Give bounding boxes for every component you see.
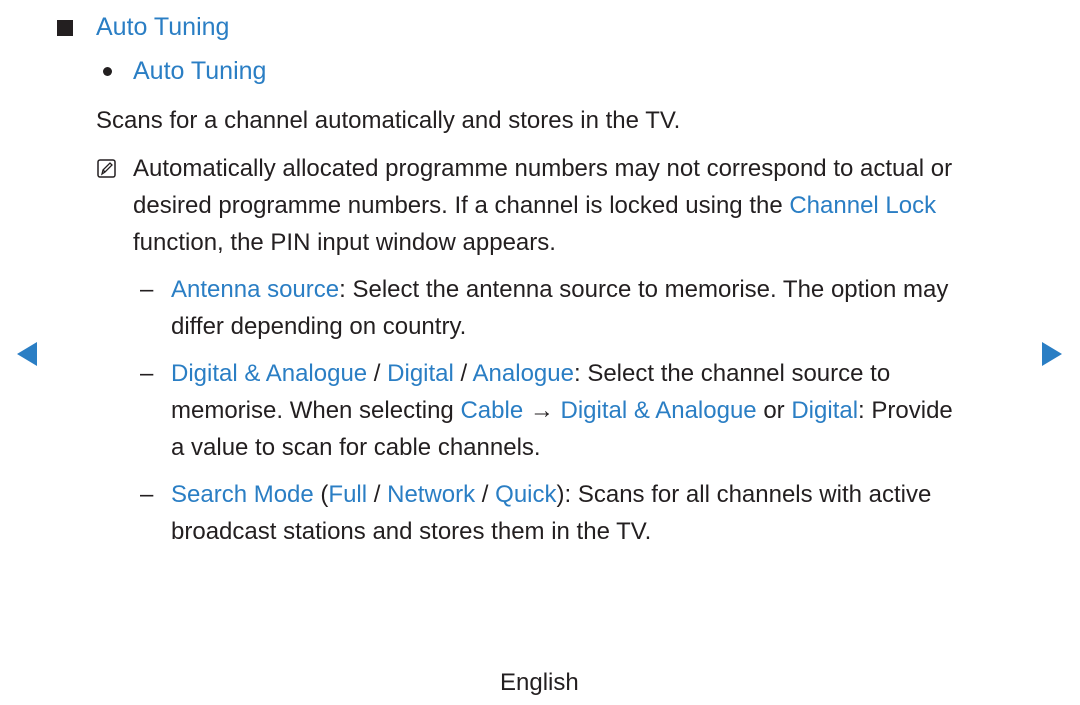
antenna-source-term: Antenna source [171, 276, 340, 303]
digital-analogue-term: Digital & Analogue [560, 397, 757, 424]
footer-language: English [500, 669, 579, 696]
analogue-term: Analogue [472, 360, 574, 387]
note-text: desired programme numbers. If a channel … [133, 192, 790, 219]
separator: / [367, 481, 388, 508]
text: memorise. When selecting [171, 397, 461, 424]
full-term: Full [328, 481, 368, 508]
dash-bullet: – [140, 481, 154, 508]
antenna-source-line-1: Antenna source: Select the antenna sourc… [171, 271, 948, 308]
section-bullet-icon [57, 20, 73, 36]
antenna-source-line-2: differ depending on country. [171, 313, 467, 340]
channel-source-line-1: Digital & Analogue / Digital / Analogue:… [171, 355, 890, 392]
note-line-3: function, the PIN input window appears. [133, 229, 556, 256]
bullet-icon [103, 67, 112, 76]
cable-term: Cable [460, 397, 524, 424]
dash-bullet: – [140, 276, 154, 303]
note-line-2: desired programme numbers. If a channel … [133, 187, 936, 224]
digital-term: Digital [387, 360, 454, 387]
arrow: → [523, 397, 561, 424]
previous-page-arrow-icon[interactable] [17, 342, 37, 366]
quick-term: Quick [495, 481, 557, 508]
network-term: Network [387, 481, 476, 508]
channel-lock-link: Channel Lock [789, 192, 937, 219]
text: : Provide [858, 397, 953, 424]
digital-term: Digital [791, 397, 859, 424]
search-mode-line-2: broadcast stations and stores them in th… [171, 518, 652, 545]
next-page-arrow-icon[interactable] [1042, 342, 1062, 366]
section-heading: Auto Tuning [96, 13, 230, 41]
description: Scans for a channel automatically and st… [96, 107, 681, 134]
note-pencil-icon [97, 159, 116, 178]
text: or [756, 397, 792, 424]
separator: / [367, 360, 388, 387]
subsection-heading: Auto Tuning [133, 57, 267, 85]
separator: / [475, 481, 496, 508]
channel-source-text: : Select the channel source to [573, 360, 891, 387]
search-mode-term: Search Mode [171, 481, 314, 508]
text: ): Scans for all channels with active [556, 481, 932, 508]
dash-bullet: – [140, 360, 154, 387]
digital-analogue-term: Digital & Analogue [171, 360, 368, 387]
search-mode-line-1: Search Mode (Full / Network / Quick): Sc… [171, 476, 931, 513]
note-line-1: Automatically allocated programme number… [133, 155, 953, 182]
channel-source-line-3: a value to scan for cable channels. [171, 434, 541, 461]
antenna-source-text: : Select the antenna source to memorise.… [339, 276, 949, 303]
separator: / [453, 360, 473, 387]
channel-source-line-2: memorise. When selecting Cable → Digital… [171, 392, 953, 429]
text: ( [313, 481, 329, 508]
